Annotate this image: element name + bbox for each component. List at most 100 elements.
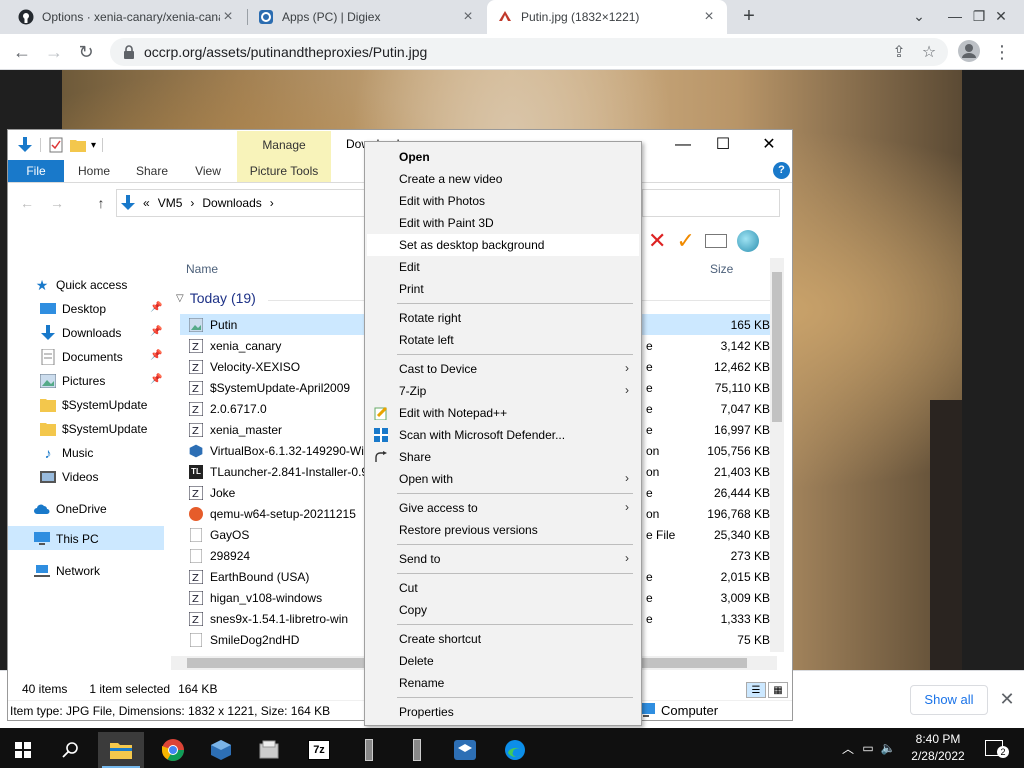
close-icon[interactable]: ✕	[754, 134, 784, 156]
new-tab-button[interactable]: +	[738, 6, 760, 28]
tab-close-icon[interactable]: ×	[701, 8, 717, 26]
menu-item-edit-with-notepad[interactable]: Edit with Notepad++	[367, 402, 639, 424]
maximize-icon[interactable]: ☐	[708, 134, 738, 156]
nav-quick-access[interactable]: ★ Quick access	[34, 274, 128, 296]
pin-icon[interactable]: 📌	[150, 374, 162, 385]
vertical-scrollbar[interactable]	[770, 258, 784, 652]
chevron-up-icon[interactable]: ︿	[838, 740, 858, 757]
profile-icon[interactable]	[957, 40, 981, 64]
menu-item-edit-with-photos[interactable]: Edit with Photos	[367, 190, 639, 212]
tab-close-icon[interactable]: ×	[460, 8, 476, 26]
nav-videos[interactable]: Videos	[40, 466, 98, 488]
minimize-icon[interactable]: —	[668, 134, 698, 156]
menu-item-open-with[interactable]: Open with ›	[367, 468, 639, 490]
tab-close-icon[interactable]: ×	[220, 8, 236, 26]
app-icon[interactable]	[394, 732, 440, 768]
forward-arrow-icon[interactable]: →	[42, 40, 66, 64]
menu-item-restore-previous-versions[interactable]: Restore previous versions	[367, 519, 639, 541]
menu-item-send-to[interactable]: Send to ›	[367, 548, 639, 570]
nav-music[interactable]: ♪ Music	[40, 442, 94, 464]
menu-item-delete[interactable]: Delete	[367, 650, 639, 672]
explorer-address-bar[interactable]: « VM5 › Downloads ›	[116, 189, 382, 217]
share-icon[interactable]: ⇪	[888, 41, 910, 63]
nav-this-pc[interactable]: This PC	[34, 528, 99, 550]
menu-item-rotate-right[interactable]: Rotate right	[367, 307, 639, 329]
tab-digiex[interactable]: Apps (PC) | Digiex ×	[248, 0, 486, 34]
computer-location[interactable]: Computer	[637, 701, 718, 719]
show-all-button[interactable]: Show all	[910, 685, 988, 715]
nav-systemupdate[interactable]: $SystemUpdate	[40, 418, 147, 440]
pin-icon[interactable]: 📌	[150, 350, 162, 361]
breadcrumb-downloads[interactable]: Downloads	[202, 196, 261, 210]
tab-file[interactable]: File	[8, 160, 64, 182]
nav-network[interactable]: Network	[34, 560, 100, 582]
menu-item-rotate-left[interactable]: Rotate left	[367, 329, 639, 351]
menu-item-cast-to-device[interactable]: Cast to Device ›	[367, 358, 639, 380]
up-arrow-icon[interactable]: ↑	[92, 194, 110, 212]
address-bar[interactable]: occrp.org/assets/putinandtheproxies/Puti…	[110, 38, 948, 66]
scroll-thumb[interactable]	[772, 272, 782, 422]
menu-item-edit[interactable]: Edit	[367, 256, 639, 278]
help-icon[interactable]: ?	[773, 162, 790, 179]
search-input[interactable]	[642, 189, 780, 217]
nav-pictures[interactable]: Pictures 📌	[40, 370, 170, 392]
menu-item-rename[interactable]: Rename	[367, 672, 639, 694]
menu-item-copy[interactable]: Copy	[367, 599, 639, 621]
reload-icon[interactable]: ↻	[74, 40, 98, 64]
breadcrumb-overflow[interactable]: «	[143, 196, 150, 210]
menu-item-give-access-to[interactable]: Give access to ›	[367, 497, 639, 519]
manage-contextual-tab[interactable]: Manage	[237, 131, 331, 160]
menu-item-create-a-new-video[interactable]: Create a new video	[367, 168, 639, 190]
nav-onedrive[interactable]: OneDrive	[34, 498, 107, 520]
menu-kebab-icon[interactable]: ⋮	[990, 40, 1014, 64]
tab-github-options[interactable]: Options · xenia-canary/xenia-canary ×	[8, 0, 246, 34]
edge-icon[interactable]	[492, 732, 538, 768]
network-icon[interactable]: ▭	[858, 741, 878, 755]
column-header-name[interactable]: Name	[186, 262, 218, 276]
keyboard-icon[interactable]	[704, 234, 727, 248]
menu-item-open[interactable]: Open	[367, 146, 639, 168]
nav-downloads[interactable]: Downloads 📌	[40, 322, 170, 344]
7zip-icon[interactable]: 7z	[296, 732, 342, 768]
chevron-down-icon[interactable]: ⌄	[908, 5, 930, 27]
menu-item-properties[interactable]: Properties	[367, 701, 639, 723]
back-arrow-icon[interactable]: ←	[18, 194, 36, 212]
menu-item-cut[interactable]: Cut	[367, 577, 639, 599]
close-icon[interactable]: ✕	[997, 689, 1017, 709]
menu-item-7-zip[interactable]: 7-Zip ›	[367, 380, 639, 402]
new-folder-icon[interactable]	[69, 136, 87, 154]
breadcrumb-vm5[interactable]: VM5	[158, 196, 183, 210]
app-icon[interactable]	[346, 732, 392, 768]
pin-icon[interactable]: 📌	[150, 302, 162, 313]
search-icon[interactable]	[48, 732, 94, 768]
menu-item-scan-with-microsoft-defender[interactable]: Scan with Microsoft Defender...	[367, 424, 639, 446]
menu-item-print[interactable]: Print	[367, 278, 639, 300]
pin-icon[interactable]: 📌	[150, 326, 162, 337]
menu-item-edit-with-paint-3d[interactable]: Edit with Paint 3D	[367, 212, 639, 234]
menu-item-set-as-desktop-background[interactable]: Set as desktop background	[367, 234, 639, 256]
virtualbox-icon[interactable]	[198, 732, 244, 768]
nav-desktop[interactable]: Desktop 📌	[40, 298, 170, 320]
nav-systemupdate[interactable]: $SystemUpdate	[40, 394, 147, 416]
tab-putin-jpg[interactable]: Putin.jpg (1832×1221) ×	[487, 0, 727, 34]
details-view-icon[interactable]: ☰	[746, 682, 766, 698]
app-icon[interactable]	[246, 732, 292, 768]
breadcrumb-separator[interactable]: ›	[190, 196, 194, 210]
tab-view[interactable]: View	[188, 160, 228, 182]
tab-picture-tools[interactable]: Picture Tools	[237, 160, 331, 182]
sandbox-icon[interactable]	[442, 732, 488, 768]
close-icon[interactable]: ✕	[990, 5, 1012, 27]
thumbnail-view-icon[interactable]: ▦	[768, 682, 788, 698]
chrome-icon[interactable]	[150, 732, 196, 768]
chevron-down-icon[interactable]: ▾	[91, 140, 96, 151]
nav-documents[interactable]: Documents 📌	[40, 346, 170, 368]
volume-icon[interactable]: 🔈	[878, 741, 898, 755]
clock[interactable]: 8:40 PM 2/28/2022	[900, 731, 976, 765]
forward-arrow-icon[interactable]: →	[48, 194, 66, 212]
notification-center[interactable]: 2	[985, 728, 1009, 768]
minimize-icon[interactable]: —	[944, 5, 966, 27]
restore-icon[interactable]: ❐	[968, 5, 990, 27]
bookmark-star-icon[interactable]: ☆	[918, 41, 940, 63]
menu-item-share[interactable]: Share	[367, 446, 639, 468]
group-header-today[interactable]: ▽ Today (19)	[176, 290, 256, 306]
